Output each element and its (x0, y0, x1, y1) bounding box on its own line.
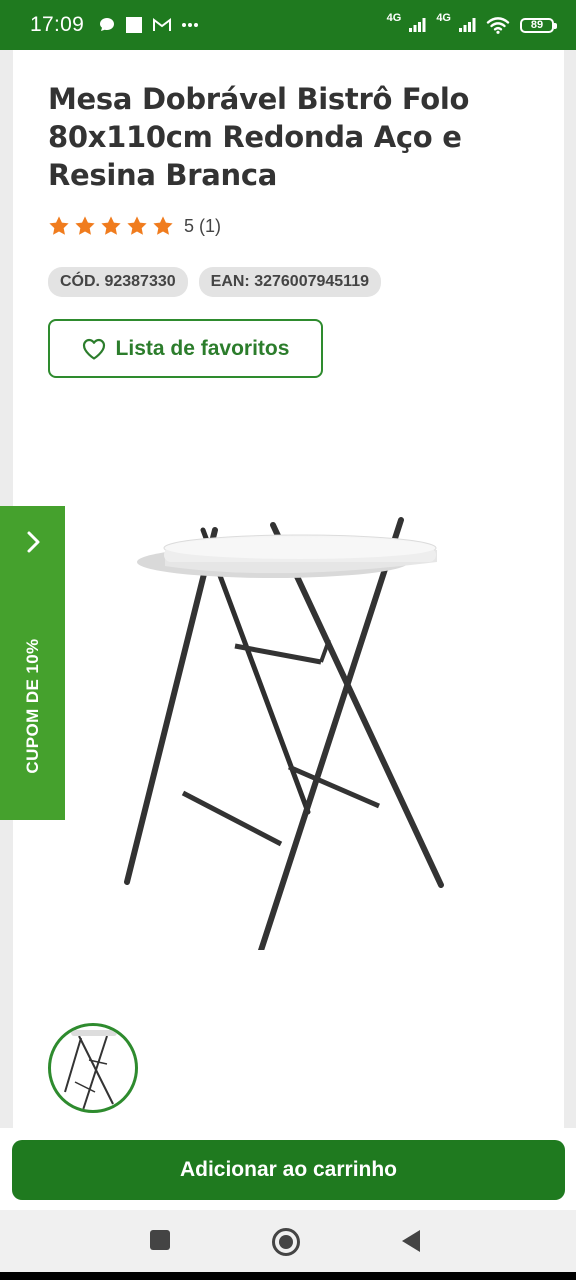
network-type-2: 4G (436, 12, 451, 24)
network-type-1: 4G (386, 12, 402, 24)
more-dots-icon (182, 23, 199, 27)
battery-icon: 89 (520, 17, 557, 33)
add-to-cart-button[interactable]: Adicionar ao carrinho (12, 1140, 565, 1200)
square-notification-icon (126, 17, 143, 33)
star-icon (127, 216, 147, 235)
favorites-label: Lista de favoritos (115, 336, 290, 360)
product-code-tag: CÓD. 92387330 (48, 267, 188, 297)
notification-icons (98, 16, 199, 34)
product-rating[interactable]: 5 (1) (48, 215, 221, 237)
favorites-button[interactable]: Lista de favoritos (48, 319, 323, 378)
star-icon (101, 216, 121, 235)
product-ean-tag: EAN: 3276007945119 (198, 267, 381, 297)
coupon-tab[interactable]: CUPOM DE 10% (0, 506, 65, 820)
cart-bar: Adicionar ao carrinho (0, 1128, 576, 1210)
image-thumbnail[interactable] (48, 1023, 138, 1113)
thumbnail-image (64, 1030, 117, 1110)
status-right-icons: 4G 4G 89 (387, 12, 557, 34)
product-title: Mesa Dobrável Bistrô Folo 80x110cm Redon… (48, 82, 470, 192)
heart-icon (82, 338, 105, 360)
star-icon (75, 216, 95, 235)
star-icon (153, 216, 173, 235)
navigation-bar (0, 1210, 576, 1272)
battery-level: 89 (530, 19, 544, 31)
product-image[interactable] (103, 470, 463, 950)
rating-text: 5 (1) (184, 215, 222, 236)
coupon-label: CUPOM DE 10% (23, 638, 42, 774)
signal-icon (459, 18, 476, 32)
recent-apps-icon[interactable] (149, 1229, 171, 1251)
wifi-icon (486, 17, 510, 34)
product-tags: CÓD. 92387330 EAN: 3276007945119 (48, 267, 381, 297)
bottom-strip (0, 1272, 576, 1280)
add-to-cart-label: Adicionar ao carrinho (179, 1158, 398, 1181)
chevron-right-icon (27, 531, 40, 553)
product-content: Mesa Dobrável Bistrô Folo 80x110cm Redon… (13, 50, 564, 1128)
chat-bubble-icon (100, 18, 115, 31)
status-time: 17:09 (30, 13, 85, 36)
star-icon (49, 216, 69, 235)
status-bar: 17:09 4G 4G 89 (0, 0, 576, 50)
gmail-icon (153, 18, 172, 31)
signal-icon (409, 18, 426, 32)
home-icon[interactable] (271, 1227, 301, 1257)
back-icon[interactable] (400, 1229, 422, 1253)
